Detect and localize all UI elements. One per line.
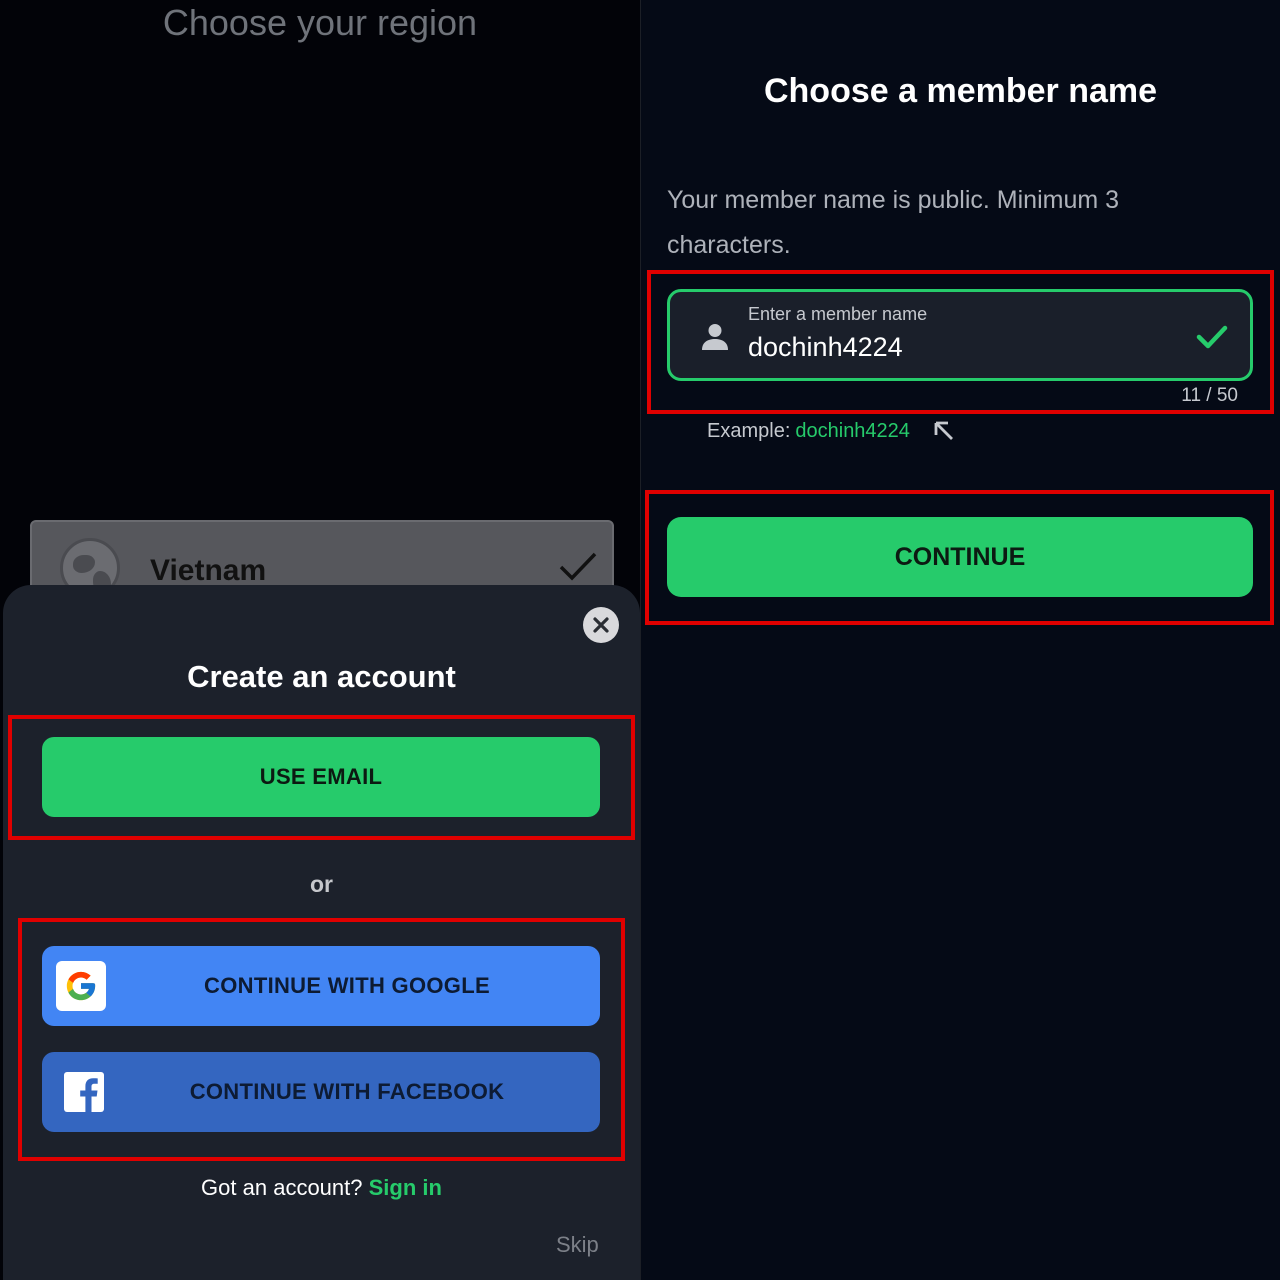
or-divider-label: or bbox=[310, 871, 333, 897]
member-screen-title: Choose a member name bbox=[763, 72, 1158, 110]
left-panel: Choose your region Vietnam Create an acc… bbox=[0, 0, 640, 1280]
member-description: Your member name is public. Minimum 3 ch… bbox=[667, 186, 1120, 259]
checkmark-icon bbox=[559, 552, 597, 581]
arrow-up-left-icon[interactable] bbox=[932, 419, 956, 443]
highlight-box-input bbox=[647, 270, 1274, 414]
example-label: Example: bbox=[707, 419, 791, 442]
example-suggestion: Example: dochinh4224 bbox=[707, 419, 956, 443]
sheet-title: Create an account bbox=[187, 659, 456, 694]
example-value[interactable]: dochinh4224 bbox=[795, 420, 910, 443]
close-icon bbox=[593, 617, 609, 633]
region-screen-title: Choose your region bbox=[162, 2, 478, 43]
skip-link[interactable]: Skip bbox=[556, 1232, 599, 1258]
region-name: Vietnam bbox=[150, 554, 267, 587]
highlight-box-email bbox=[8, 715, 635, 840]
signin-link[interactable]: Sign in bbox=[369, 1175, 442, 1200]
signin-prompt: Got an account? bbox=[201, 1175, 363, 1200]
close-button[interactable] bbox=[583, 607, 619, 643]
signin-row: Got an account? Sign in bbox=[3, 1175, 640, 1201]
right-panel: Choose a member name Your member name is… bbox=[641, 0, 1280, 1280]
highlight-box-social bbox=[18, 918, 625, 1161]
highlight-box-continue bbox=[645, 490, 1274, 625]
